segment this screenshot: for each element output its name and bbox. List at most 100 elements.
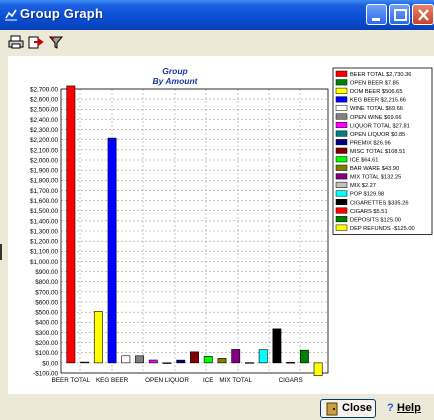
y-tick-label: $800.00 xyxy=(35,279,58,286)
legend-swatch xyxy=(335,224,348,231)
legend-label: MIX TOTAL $132.25 xyxy=(350,175,401,181)
x-tick-label: CIGARS xyxy=(279,377,303,384)
y-tick-label: $2,000.00 xyxy=(30,157,59,164)
legend-swatch xyxy=(335,164,348,171)
legend-label: CIGARETTES $335.26 xyxy=(350,200,408,206)
window-close-button[interactable] xyxy=(412,4,434,25)
y-tick-label: $1,300.00 xyxy=(30,228,59,235)
x-tick-label: OPEN LIQUOR xyxy=(145,377,189,384)
group-graph-window: Group Graph Group By Amount $2,700.00 $2… xyxy=(0,0,434,420)
legend-swatch xyxy=(335,139,348,146)
bar xyxy=(217,358,227,364)
legend-label: OPEN WINE $69.66 xyxy=(350,115,402,121)
legend-label: MISC TOTAL $108.51 xyxy=(350,149,405,155)
export-icon xyxy=(28,36,44,49)
y-tick-label: $500.00 xyxy=(35,310,58,317)
export-button[interactable] xyxy=(28,34,44,50)
help-button-label: Help xyxy=(397,402,421,414)
chart-app-icon xyxy=(5,9,17,21)
bar xyxy=(93,311,103,364)
window-title: Group Graph xyxy=(20,6,104,21)
bar xyxy=(272,328,282,364)
bar xyxy=(299,349,309,364)
legend-label: DEP REFUNDS -$125.00 xyxy=(350,226,415,232)
legend-label: DEPOSITS $125.00 xyxy=(350,217,401,223)
legend-swatch xyxy=(335,104,348,111)
bar xyxy=(66,85,76,364)
legend-swatch xyxy=(335,113,348,120)
maximize-button[interactable] xyxy=(389,4,410,25)
legend-label: POP $129.98 xyxy=(350,192,384,198)
minimize-icon xyxy=(372,18,380,21)
legend-label: OPEN LIQUOR $0.85 xyxy=(350,132,405,138)
legend-label: BEER TOTAL $2,730.36 xyxy=(350,72,411,78)
legend-swatch xyxy=(335,79,348,86)
legend-label: LIQUOR TOTAL $27.81 xyxy=(350,123,410,129)
door-icon xyxy=(326,402,338,416)
bar xyxy=(121,355,131,364)
y-tick-label: $900.00 xyxy=(35,269,58,276)
legend-swatch xyxy=(335,70,348,77)
bar xyxy=(148,359,158,364)
bar xyxy=(176,359,186,364)
y-tick-label: $1,500.00 xyxy=(30,208,59,215)
y-tick-label: $2,400.00 xyxy=(30,117,59,124)
y-tick-label: $1,100.00 xyxy=(30,249,59,256)
bar xyxy=(107,137,117,364)
maximize-icon xyxy=(394,9,407,21)
y-tick-label: $1,400.00 xyxy=(30,218,59,225)
help-button[interactable]: ? Help xyxy=(380,399,432,418)
group-bar-chart: Group By Amount $2,700.00 $2,600.00 $2,500… xyxy=(30,66,433,384)
bar xyxy=(203,356,213,364)
y-tick-label: $2,500.00 xyxy=(30,107,59,114)
close-button-label: Close xyxy=(342,402,372,414)
legend-label: WINE TOTAL $69.66 xyxy=(350,106,403,112)
legend-swatch xyxy=(335,156,348,163)
close-button[interactable]: Close xyxy=(320,399,376,418)
minimize-button[interactable] xyxy=(366,4,387,25)
chart-panel: Group By Amount $2,700.00 $2,600.00 $2,500… xyxy=(8,56,434,394)
legend-swatch xyxy=(335,122,348,129)
y-tick-label: $1,700.00 xyxy=(30,188,59,195)
filter-icon xyxy=(48,36,64,49)
y-tick-label: $1,000.00 xyxy=(30,259,59,266)
legend-swatch xyxy=(335,147,348,154)
y-tick-label: $1,600.00 xyxy=(30,198,59,205)
toolbar xyxy=(0,30,434,54)
bar xyxy=(245,362,254,364)
bar xyxy=(286,361,296,364)
chart-title: Group xyxy=(162,66,188,76)
chart-subtitle: By Amount xyxy=(152,76,198,86)
legend-swatch xyxy=(335,173,348,180)
legend-label: PREMIX $26.96 xyxy=(350,140,391,146)
legend-label: DOM BEER $506.65 xyxy=(350,89,402,95)
legend-swatch xyxy=(335,87,348,94)
filter-button[interactable] xyxy=(48,34,64,50)
legend-label: OPEN BEER $7.85 xyxy=(350,81,399,87)
title-bar[interactable]: Group Graph xyxy=(0,0,434,30)
x-tick-label: MIX TOTAL xyxy=(219,377,252,384)
legend-label: CIGARS $5.51 xyxy=(350,209,388,215)
bar xyxy=(162,362,172,364)
legend-swatch xyxy=(335,207,348,214)
print-button[interactable] xyxy=(8,34,24,50)
y-tick-label: $600.00 xyxy=(35,299,58,306)
x-tick-label: ICE xyxy=(203,377,214,384)
y-tick-label: $2,600.00 xyxy=(30,97,59,104)
help-icon: ? xyxy=(387,402,394,414)
bar xyxy=(135,355,144,364)
y-tick-label: $100.00 xyxy=(35,350,58,357)
y-tick-label: $1,800.00 xyxy=(30,178,59,185)
y-tick-label: $2,200.00 xyxy=(30,137,59,144)
legend-swatch xyxy=(335,181,348,188)
button-bar: Close ? Help xyxy=(0,394,434,420)
legend-swatch xyxy=(335,130,348,137)
y-tick-label: $200.00 xyxy=(35,340,58,347)
bar xyxy=(258,349,268,364)
x-tick-label: KEG BEER xyxy=(96,377,129,384)
y-tick-label: $400.00 xyxy=(35,320,58,327)
legend-label: MIX $2.27 xyxy=(350,183,376,189)
bar xyxy=(190,351,199,364)
x-tick-label: BEER TOTAL xyxy=(52,377,91,384)
legend-swatch xyxy=(335,96,348,103)
